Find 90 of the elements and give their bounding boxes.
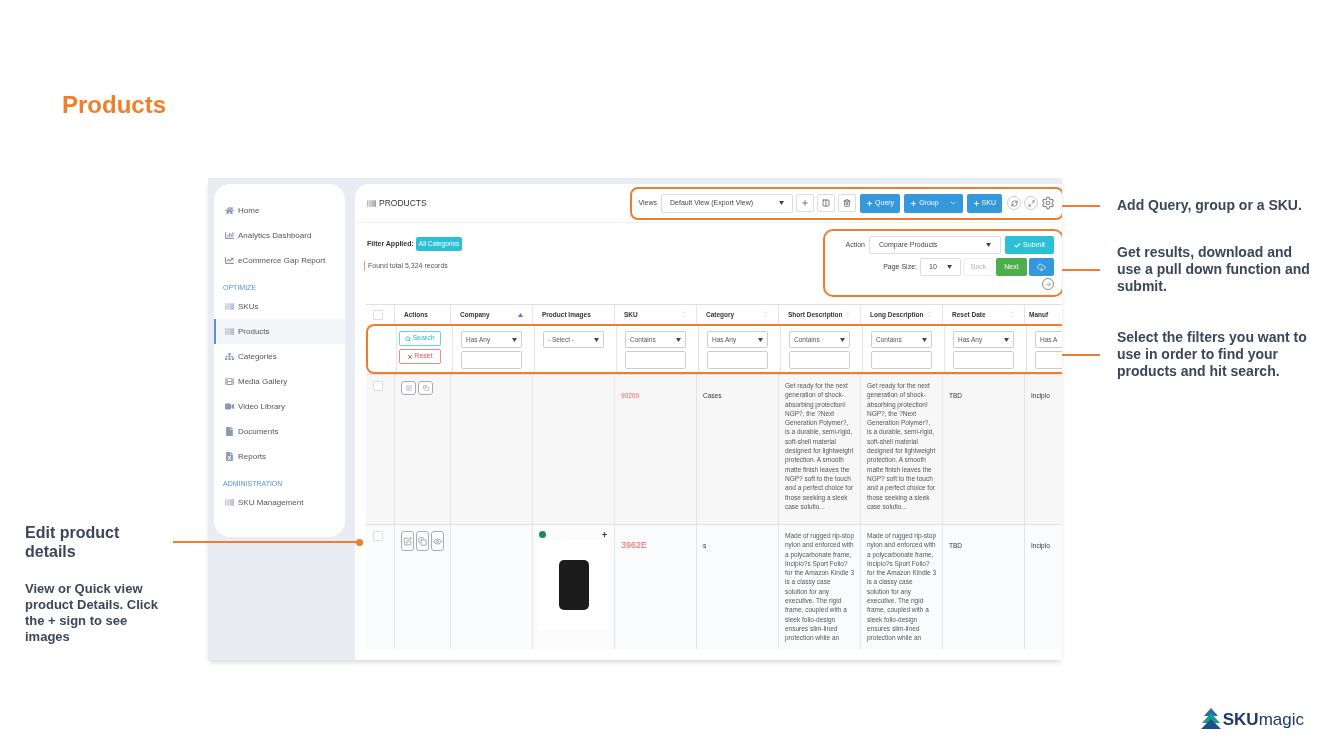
caret-icon — [986, 243, 991, 247]
sort-icon[interactable] — [1008, 311, 1015, 318]
columns-button[interactable] — [817, 194, 836, 212]
caret-icon — [758, 337, 763, 342]
check-icon — [1014, 241, 1022, 249]
video-camera-icon — [225, 402, 234, 411]
document-icon — [225, 427, 234, 436]
filter-input[interactable] — [461, 351, 522, 369]
plus-button[interactable] — [796, 194, 815, 212]
barcode-icon — [367, 198, 376, 208]
sort-icon[interactable] — [844, 311, 851, 318]
filter-input[interactable] — [707, 351, 768, 369]
row-checkbox[interactable] — [373, 381, 383, 391]
logo-text: SKUmagic — [1222, 708, 1304, 731]
plus-icon — [866, 199, 874, 207]
caret-icon — [1004, 337, 1009, 342]
sidebar-item[interactable]: Reports — [214, 444, 345, 469]
caret-icon — [922, 337, 927, 342]
caret-icon — [948, 199, 957, 207]
sidebar-item[interactable]: SKUs — [214, 294, 345, 319]
annotation-text: Get results, download and use a pull down function and submit. — [1117, 244, 1311, 295]
trash-icon — [843, 199, 852, 207]
cloud-download-icon — [1037, 262, 1046, 272]
filter-input[interactable] — [953, 351, 1014, 369]
search-icon — [405, 335, 412, 342]
row-checkbox[interactable] — [373, 531, 383, 541]
caret-icon — [594, 337, 599, 342]
annotation-heading: Edit product details — [25, 523, 121, 561]
filter-input[interactable] — [789, 351, 850, 369]
caret-icon — [947, 265, 952, 269]
edit-button[interactable] — [401, 531, 414, 551]
trash-button[interactable] — [838, 194, 857, 212]
close-icon — [407, 353, 414, 360]
tree-logo-icon — [1200, 708, 1221, 731]
sort-ascending-icon[interactable] — [518, 312, 523, 317]
caret-icon — [840, 337, 845, 342]
bar-chart-icon — [225, 231, 234, 240]
view-icon — [433, 536, 442, 546]
edit-icon — [403, 536, 412, 546]
sidebar-item[interactable]: Video Library — [214, 394, 345, 419]
edit-icon — [405, 385, 412, 391]
expand-icon — [1027, 199, 1035, 207]
leader-line — [1062, 268, 1100, 271]
copy-icon — [422, 385, 429, 391]
view-button[interactable] — [431, 531, 444, 551]
columns-icon — [822, 199, 831, 207]
film-icon — [225, 377, 234, 386]
sidebar-item[interactable]: Products — [214, 319, 345, 344]
barcode-icon — [225, 327, 234, 336]
sidebar-item[interactable]: eCommerce Gap Report — [214, 248, 345, 273]
leader-line — [1062, 353, 1100, 356]
sidebar-item[interactable]: Categories — [214, 344, 345, 369]
spreadsheet-icon — [225, 452, 234, 461]
arrow-right-icon — [1044, 280, 1052, 288]
barcode-icon — [225, 498, 234, 507]
sidebar-item[interactable]: Home — [214, 198, 345, 223]
refresh-icon — [1010, 199, 1018, 207]
sort-icon[interactable] — [926, 311, 933, 318]
panel-title: PRODUCTS — [379, 196, 427, 210]
sidebar-item[interactable]: SKU Management — [214, 490, 345, 515]
annotation-text: Add Query, group or a SKU. — [1117, 197, 1303, 214]
leader-line — [1062, 204, 1100, 207]
plus-icon — [972, 199, 980, 207]
select-all-checkbox[interactable] — [373, 309, 383, 320]
caret-icon — [779, 201, 785, 205]
annotation-text: View or Quick view product Details. Click the + sign to see images — [25, 581, 159, 645]
sort-icon[interactable] — [762, 311, 769, 318]
plus-icon — [910, 199, 918, 207]
annotation-text: Select the filters you want to use in order to find your products and hit search. — [1117, 329, 1308, 380]
plus-icon — [801, 199, 810, 207]
edit-button[interactable] — [401, 381, 416, 395]
settings-icon[interactable] — [1041, 196, 1055, 210]
caret-icon — [676, 337, 681, 342]
line-chart-icon — [225, 256, 234, 265]
sort-icon[interactable] — [680, 311, 687, 318]
filter-input[interactable] — [625, 351, 686, 369]
caret-icon — [512, 337, 517, 342]
filter-input[interactable] — [871, 351, 932, 369]
sidebar-item[interactable]: Documents — [214, 419, 345, 444]
barcode-icon — [225, 302, 234, 311]
page-title: Products — [61, 90, 167, 120]
copy-button[interactable] — [416, 531, 429, 551]
home-icon — [225, 206, 234, 215]
plus-icon[interactable] — [601, 531, 608, 538]
copy-icon — [418, 536, 427, 546]
sidebar-item[interactable]: Media Gallery — [214, 369, 345, 394]
sidebar-item[interactable]: Analytics Dashboard — [214, 223, 345, 248]
hierarchy-icon — [225, 352, 234, 361]
download-button[interactable] — [1029, 258, 1054, 276]
copy-button[interactable] — [418, 381, 433, 395]
